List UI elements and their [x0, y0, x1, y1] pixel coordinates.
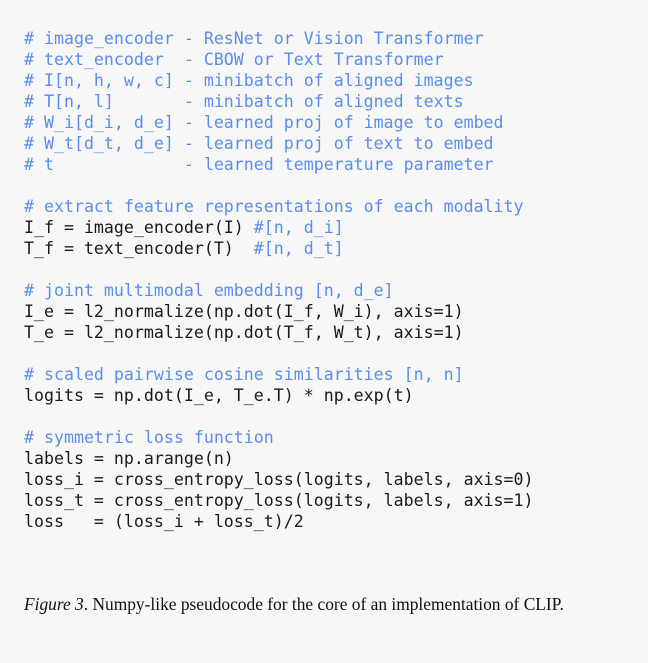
code-line: loss_t = cross_entropy_loss(logits, labe…: [24, 490, 534, 511]
code-line: # extract feature representations of eac…: [24, 196, 534, 217]
figure-caption-text: Numpy-like pseudocode for the core of an…: [92, 594, 564, 614]
code-line: logits = np.dot(I_e, T_e.T) * np.exp(t): [24, 385, 534, 406]
code-line-blank: ​: [24, 259, 534, 280]
code-statement: I_e = l2_normalize(np.dot(I_f, W_i), axi…: [24, 301, 464, 321]
code-line: loss_i = cross_entropy_loss(logits, labe…: [24, 469, 534, 490]
code-line: # text_encoder - CBOW or Text Transforme…: [24, 49, 534, 70]
code-comment: # image_encoder - ResNet or Vision Trans…: [24, 28, 484, 48]
code-statement: loss_i = cross_entropy_loss(logits, labe…: [24, 469, 534, 489]
code-statement: T_e = l2_normalize(np.dot(T_f, W_t), axi…: [24, 322, 464, 342]
code-line: # W_t[d_t, d_e] - learned proj of text t…: [24, 133, 534, 154]
code-comment: # extract feature representations of eac…: [24, 196, 524, 216]
code-line: T_f = text_encoder(T) #[n, d_t]: [24, 238, 534, 259]
code-line: I_f = image_encoder(I) #[n, d_i]: [24, 217, 534, 238]
code-statement: logits = np.dot(I_e, T_e.T) * np.exp(t): [24, 385, 414, 405]
code-comment: # W_i[d_i, d_e] - learned proj of image …: [24, 112, 504, 132]
code-line: # scaled pairwise cosine similarities [n…: [24, 364, 534, 385]
code-line: # t - learned temperature parameter: [24, 154, 534, 175]
code-statement: I_f = image_encoder(I): [24, 217, 254, 237]
code-statement: labels = np.arange(n): [24, 448, 234, 468]
figure-caption-label: Figure 3: [24, 594, 84, 614]
code-line: # image_encoder - ResNet or Vision Trans…: [24, 28, 534, 49]
code-statement: T_f = text_encoder(T): [24, 238, 254, 258]
code-comment: # W_t[d_t, d_e] - learned proj of text t…: [24, 133, 494, 153]
code-comment: # joint multimodal embedding [n, d_e]: [24, 280, 394, 300]
code-line-blank: ​: [24, 406, 534, 427]
code-line: # W_i[d_i, d_e] - learned proj of image …: [24, 112, 534, 133]
pseudocode-block: # image_encoder - ResNet or Vision Trans…: [24, 28, 534, 532]
code-line: I_e = l2_normalize(np.dot(I_f, W_i), axi…: [24, 301, 534, 322]
code-line: T_e = l2_normalize(np.dot(T_f, W_t), axi…: [24, 322, 534, 343]
code-line: labels = np.arange(n): [24, 448, 534, 469]
code-comment: # T[n, l] - minibatch of aligned texts: [24, 91, 464, 111]
code-comment: # t - learned temperature parameter: [24, 154, 494, 174]
code-comment: #[n, d_t]: [253, 238, 344, 258]
figure-panel: # image_encoder - ResNet or Vision Trans…: [0, 0, 648, 663]
figure-caption: Figure 3. Numpy-like pseudocode for the …: [24, 594, 630, 616]
code-line: # I[n, h, w, c] - minibatch of aligned i…: [24, 70, 534, 91]
code-line: # T[n, l] - minibatch of aligned texts: [24, 91, 534, 112]
code-comment: # symmetric loss function: [24, 427, 274, 447]
code-comment: # text_encoder - CBOW or Text Transforme…: [24, 49, 444, 69]
code-line-blank: ​: [24, 175, 534, 196]
code-line: # joint multimodal embedding [n, d_e]: [24, 280, 534, 301]
code-comment: #[n, d_i]: [253, 217, 344, 237]
code-comment: # I[n, h, w, c] - minibatch of aligned i…: [24, 70, 474, 90]
code-statement: loss_t = cross_entropy_loss(logits, labe…: [24, 490, 534, 510]
code-line-blank: ​: [24, 343, 534, 364]
code-line: # symmetric loss function: [24, 427, 534, 448]
code-statement: loss = (loss_i + loss_t)/2: [24, 511, 304, 531]
code-line: loss = (loss_i + loss_t)/2: [24, 511, 534, 532]
code-comment: # scaled pairwise cosine similarities [n…: [24, 364, 464, 384]
